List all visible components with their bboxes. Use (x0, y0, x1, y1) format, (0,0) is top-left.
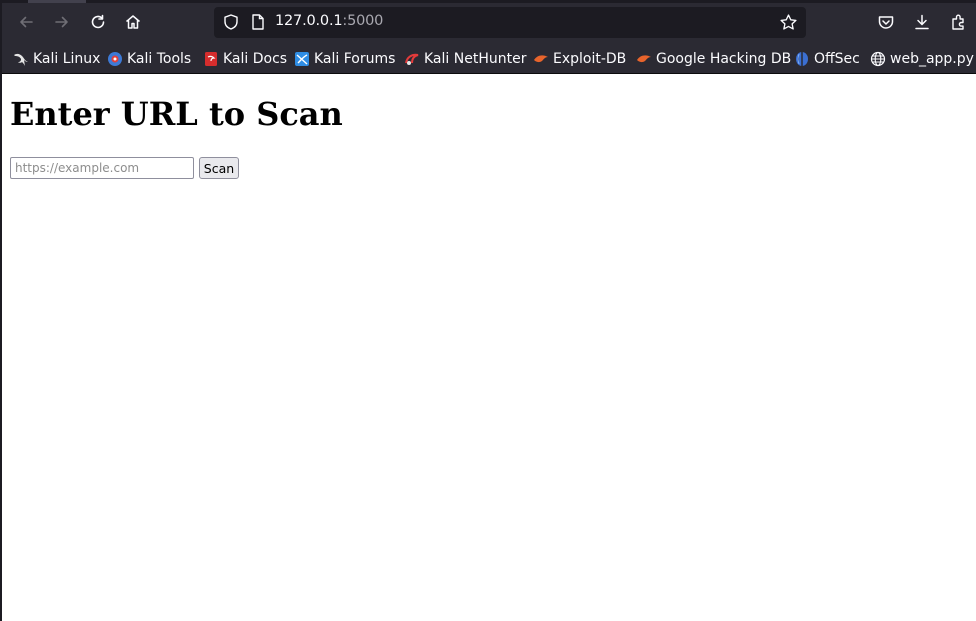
bookmark-offsec[interactable]: OffSec (794, 49, 860, 69)
bookmark-label: Google Hacking DB (656, 51, 792, 67)
browser-toolbar: 127.0.0.1:5000 (0, 0, 976, 44)
home-button[interactable] (119, 8, 147, 36)
scan-button[interactable]: Scan (199, 157, 239, 179)
kali-nethunter-icon (404, 51, 420, 67)
bookmark-label: web_app.py (890, 51, 974, 67)
extensions-icon (952, 14, 964, 30)
page-content: Enter URL to Scan Scan (2, 75, 976, 621)
offsec-icon (794, 51, 810, 67)
bookmarks-toolbar: Kali Linux Kali Tools Kali Docs Kali For… (0, 44, 976, 74)
bookmark-label: Kali Linux (33, 51, 101, 67)
url-port: :5000 (342, 13, 384, 29)
bookmark-label: OffSec (814, 51, 860, 67)
window-edge (0, 0, 2, 621)
reload-icon (91, 14, 105, 29)
exploit-db-icon (533, 51, 549, 67)
bookmark-star-icon[interactable] (779, 13, 798, 32)
home-icon (126, 15, 140, 29)
reload-button[interactable] (84, 8, 112, 36)
forward-arrow-icon (55, 16, 68, 28)
back-arrow-icon (20, 16, 33, 28)
tab-strip (0, 0, 976, 3)
back-button[interactable] (12, 8, 40, 36)
download-icon (915, 14, 929, 30)
address-bar[interactable]: 127.0.0.1:5000 (214, 7, 806, 38)
downloads-button[interactable] (908, 8, 936, 36)
pocket-button[interactable] (872, 8, 900, 36)
url-text[interactable]: 127.0.0.1:5000 (275, 13, 383, 29)
forward-button[interactable] (48, 8, 76, 36)
extensions-button[interactable] (945, 8, 973, 36)
kali-dragon-icon (13, 51, 29, 67)
bookmark-label: Kali Docs (223, 51, 288, 67)
pocket-icon (878, 16, 894, 29)
page-title: Enter URL to Scan (10, 95, 343, 133)
url-input[interactable] (10, 157, 194, 179)
globe-icon (870, 51, 886, 67)
bookmark-kali-nethunter[interactable]: Kali NetHunter (404, 49, 526, 69)
bookmark-kali-tools[interactable]: Kali Tools (107, 49, 191, 69)
page-icon[interactable] (250, 13, 266, 31)
kali-forums-icon (294, 51, 310, 67)
kali-tools-icon (107, 51, 123, 67)
shield-icon[interactable] (222, 13, 240, 31)
bookmark-label: Exploit-DB (553, 51, 627, 67)
bookmark-kali-forums[interactable]: Kali Forums (294, 49, 395, 69)
bookmark-label: Kali Forums (314, 51, 396, 67)
kali-docs-icon (203, 51, 219, 67)
bookmark-kali-linux[interactable]: Kali Linux (13, 49, 100, 69)
bookmark-label: Kali Tools (127, 51, 192, 67)
bookmark-label: Kali NetHunter (424, 51, 527, 67)
ghdb-icon (636, 51, 652, 67)
bookmark-exploit-db[interactable]: Exploit-DB (533, 49, 626, 69)
bookmark-google-hacking-db[interactable]: Google Hacking DB (636, 49, 791, 69)
bookmark-kali-docs[interactable]: Kali Docs (203, 49, 287, 69)
url-host: 127.0.0.1 (275, 13, 343, 29)
bookmark-web-app[interactable]: web_app.py (870, 49, 974, 69)
